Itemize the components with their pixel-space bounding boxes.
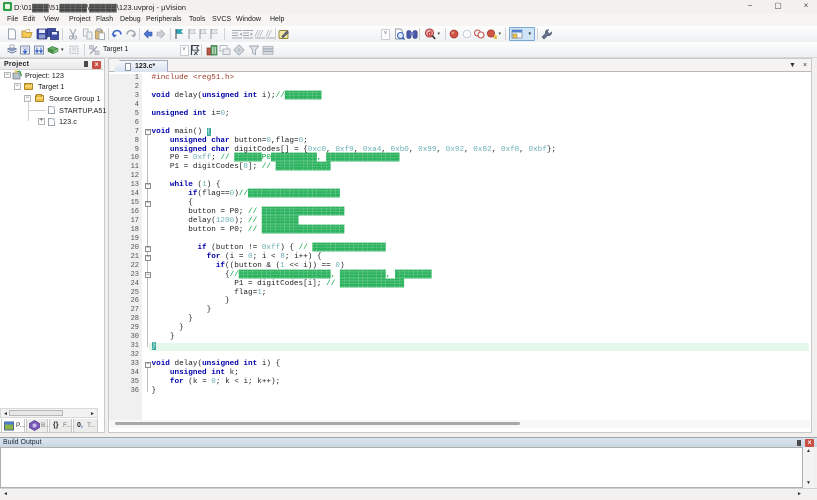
svg-text:d: d	[427, 29, 432, 38]
svg-text://: //	[265, 29, 273, 39]
svg-text:///: ///	[254, 29, 264, 39]
